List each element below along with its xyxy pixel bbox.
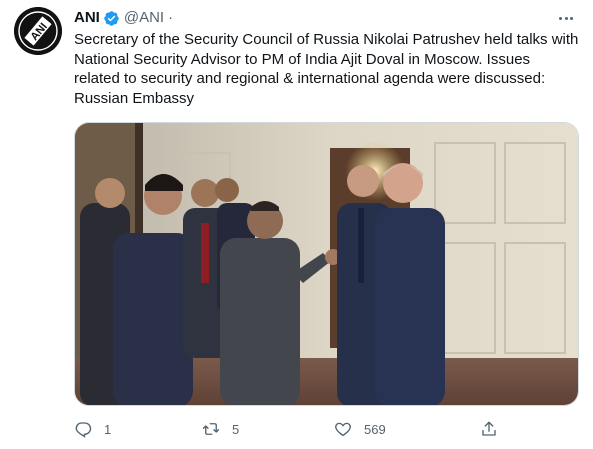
author-handle[interactable]: @ANI bbox=[124, 8, 164, 28]
retweet-count: 5 bbox=[232, 421, 240, 437]
like-count: 569 bbox=[364, 421, 386, 437]
avatar[interactable]: ANI bbox=[14, 7, 62, 55]
reply-button[interactable]: 1 bbox=[74, 418, 111, 440]
tweet-photo[interactable] bbox=[74, 122, 579, 406]
tweet-text: Secretary of the Security Council of Rus… bbox=[74, 31, 579, 108]
retweet-button[interactable]: 5 bbox=[202, 418, 239, 440]
author-name[interactable]: ANI bbox=[74, 8, 100, 28]
retweet-icon bbox=[202, 423, 220, 435]
like-button[interactable]: 569 bbox=[334, 418, 386, 440]
tweet-header: ANI @ANI · bbox=[74, 8, 173, 28]
tweet-actions: 1 5 569 bbox=[74, 418, 504, 440]
ani-logo-icon: ANI bbox=[14, 7, 62, 55]
tweet-card[interactable]: ANI ANI @ANI · Secretary of the Security… bbox=[0, 0, 593, 449]
more-icon[interactable] bbox=[555, 8, 577, 28]
share-button[interactable] bbox=[480, 418, 498, 440]
share-icon bbox=[482, 421, 496, 436]
reply-count: 1 bbox=[104, 421, 112, 437]
like-icon bbox=[335, 422, 351, 437]
verified-badge-icon bbox=[104, 10, 119, 26]
meeting-photo bbox=[75, 123, 578, 405]
reply-icon bbox=[75, 422, 92, 438]
header-separator: · bbox=[168, 9, 174, 26]
